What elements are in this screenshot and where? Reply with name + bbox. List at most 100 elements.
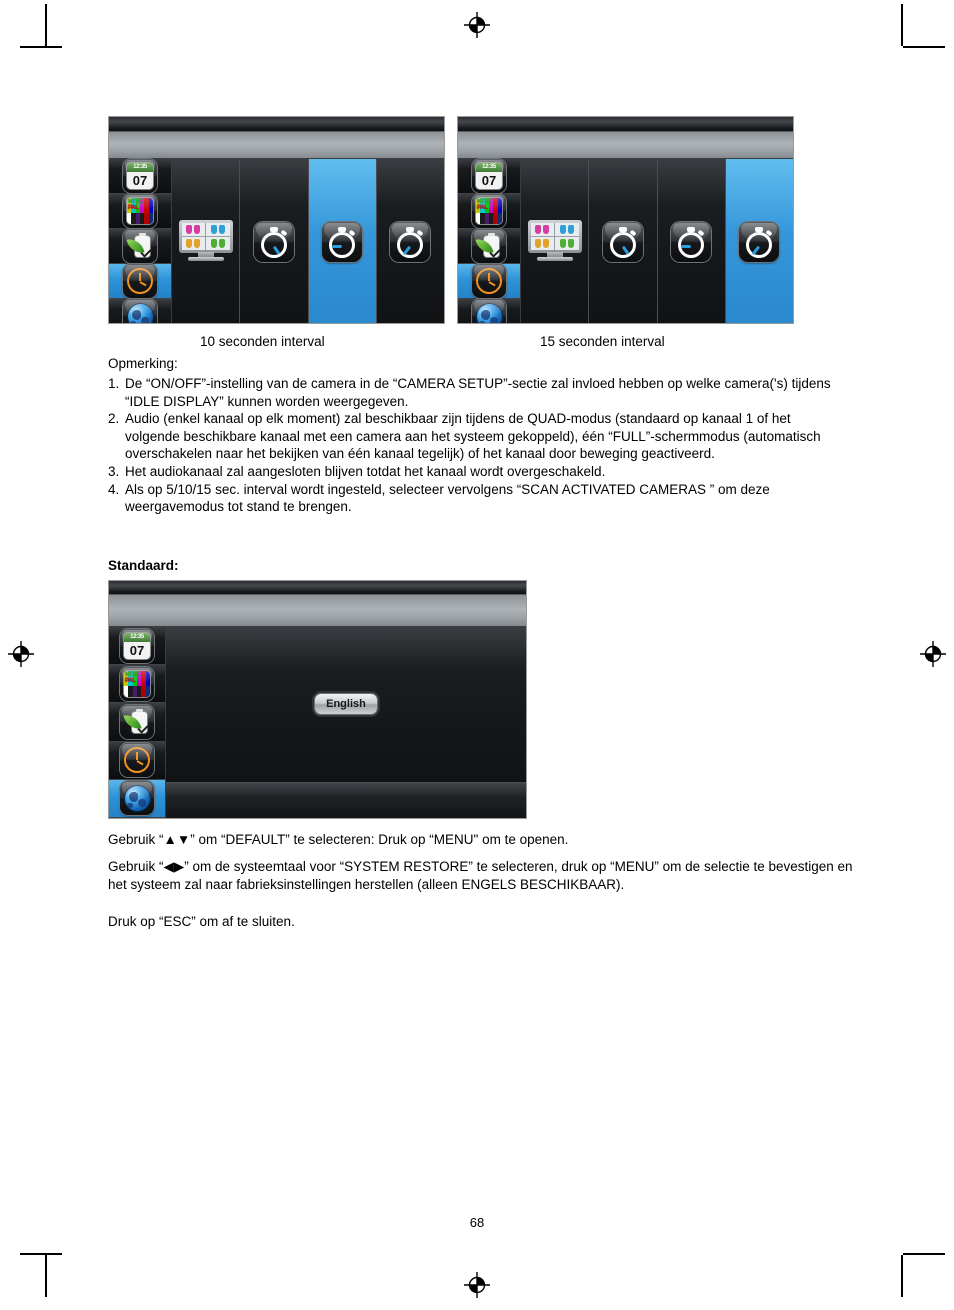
osd-titlebar (109, 117, 444, 132)
ntsc-pal-icon: NTSC PAL (472, 194, 506, 228)
crop-mark-bottom-right-vertical (901, 1255, 903, 1297)
osd-sidebar: 12:35 07 NTSC PAL (109, 627, 166, 818)
standaard-heading: Standaard: (108, 558, 179, 573)
calendar-icon: 12:35 07 (120, 628, 154, 663)
calendar-time-label: 12:35 (127, 163, 153, 172)
clock-icon (472, 264, 506, 298)
osd-menubar (458, 132, 793, 159)
ntsc-pal-text: NTSC PAL (125, 671, 140, 684)
quad-view-monitor-icon (178, 220, 233, 264)
sidebar-item-datetime[interactable]: 12:35 07 (109, 627, 165, 666)
osd-option-columns (172, 159, 444, 323)
note-item: 2. Audio (enkel kanaal op elk moment) za… (108, 410, 848, 463)
option-interval-15s[interactable] (725, 159, 793, 323)
ntsc-pal-text: NTSC PAL (477, 199, 492, 211)
option-interval-15s[interactable] (376, 159, 444, 323)
stopwatch-10s-icon (671, 222, 712, 262)
osd-screenshot-15s: 12:35 07 NTSC PAL (457, 116, 794, 324)
stopwatch-10s-icon (322, 222, 363, 262)
option-interval-10s[interactable] (657, 159, 726, 323)
quad-view-monitor-icon (527, 220, 582, 264)
registration-mark-top (464, 12, 490, 38)
globe-icon (472, 299, 506, 323)
notes-list-wrapper: 1. De “ON/OFF”-instelling van de camera … (108, 375, 848, 516)
sidebar-item-datetime[interactable]: 12:35 07 (109, 159, 171, 194)
registration-mark-bottom (464, 1272, 490, 1298)
note-number: 4. (108, 481, 120, 497)
sidebar-item-datetime[interactable]: 12:35 07 (458, 159, 520, 194)
note-number: 1. (108, 376, 120, 391)
calendar-icon: 12:35 07 (123, 159, 157, 193)
sidebar-item-power[interactable] (458, 229, 520, 264)
calendar-time-label: 12:35 (476, 163, 502, 172)
notes-list: 1. De “ON/OFF”-instelling van de camera … (108, 375, 848, 516)
stopwatch-5s-icon (253, 222, 294, 262)
calendar-day-label: 07 (481, 173, 497, 188)
sidebar-item-default[interactable] (109, 299, 171, 323)
note-item: 3. Het audiokanaal zal aangesloten blijv… (108, 463, 848, 481)
sidebar-item-idle-display[interactable] (109, 264, 171, 299)
osd-screenshot-default: 12:35 07 NTSC PAL English (108, 580, 527, 819)
note-heading: Opmerking: (108, 356, 178, 371)
caption-15s: 15 seconden interval (540, 334, 665, 349)
calendar-day-label: 07 (132, 173, 148, 188)
osd-option-columns (521, 159, 793, 323)
osd-menubar (109, 595, 526, 627)
crop-mark-bottom-right-horizontal (903, 1253, 945, 1255)
sidebar-item-idle-display[interactable] (458, 264, 520, 299)
clock-icon (120, 743, 154, 778)
note-number: 2. (108, 411, 120, 427)
battery-eco-icon (123, 229, 157, 263)
crop-mark-top-right-horizontal (903, 46, 945, 48)
stopwatch-5s-icon (602, 222, 643, 262)
ntsc-pal-icon: NTSC PAL (120, 666, 154, 701)
crop-mark-bottom-left-horizontal (20, 1253, 62, 1255)
calendar-time-label: 12:35 (124, 632, 150, 642)
option-quad-view[interactable] (172, 159, 241, 323)
note-item: 4. Als op 5/10/15 sec. interval wordt in… (108, 481, 848, 516)
clock-icon (123, 264, 157, 298)
note-text: Audio (enkel kanaal op elk moment) zal b… (125, 411, 821, 462)
caption-10s: 10 seconden interval (200, 334, 325, 349)
instruction-line-2: Gebruik “◀▶” om de systeemtaal voor “SYS… (108, 859, 853, 892)
sidebar-item-videoformat[interactable]: NTSC PAL (109, 665, 165, 704)
option-interval-5s[interactable] (589, 159, 658, 323)
page-number: 68 (469, 1215, 485, 1230)
osd-sidebar: 12:35 07 NTSC PAL (109, 159, 172, 323)
note-item: 1. De “ON/OFF”-instelling van de camera … (108, 375, 848, 410)
registration-mark-right (920, 641, 946, 667)
sidebar-item-default[interactable] (458, 299, 520, 323)
globe-icon (120, 781, 154, 816)
globe-icon (123, 299, 157, 323)
note-text: De “ON/OFF”-instelling van de camera in … (125, 376, 831, 409)
osd-titlebar (109, 581, 526, 595)
sidebar-item-videoformat[interactable]: NTSC PAL (458, 194, 520, 229)
sidebar-item-idle-display[interactable] (109, 741, 165, 780)
option-quad-view[interactable] (521, 159, 590, 323)
osd-sidebar: 12:35 07 NTSC PAL (458, 159, 521, 323)
instruction-line-1: Gebruik “▲▼” om “DEFAULT” te selecteren:… (108, 832, 569, 847)
note-number: 3. (108, 463, 120, 479)
sidebar-item-power[interactable] (109, 229, 171, 264)
crop-mark-bottom-left-vertical (45, 1255, 47, 1297)
crop-mark-top-left-horizontal (20, 46, 62, 48)
instruction-line-3: Druk op “ESC” om af te sluiten. (108, 914, 295, 929)
registration-mark-left (8, 641, 34, 667)
option-interval-5s[interactable] (240, 159, 309, 323)
note-text: Als op 5/10/15 sec. interval wordt inges… (125, 481, 770, 515)
default-language-area: English (166, 627, 526, 783)
language-english-button[interactable]: English (315, 694, 377, 715)
sidebar-item-videoformat[interactable]: NTSC PAL (109, 194, 171, 229)
battery-eco-icon (120, 705, 154, 739)
osd-titlebar (458, 117, 793, 132)
osd-default-content: English (166, 627, 526, 818)
osd-menubar (109, 132, 444, 159)
option-interval-10s[interactable] (308, 159, 377, 323)
ntsc-pal-text: NTSC PAL (128, 199, 143, 211)
calendar-day-label: 07 (129, 642, 145, 658)
default-status-bar (166, 782, 526, 818)
sidebar-item-power[interactable] (109, 703, 165, 742)
stopwatch-15s-icon (390, 222, 431, 262)
crop-mark-top-left-vertical (45, 4, 47, 46)
sidebar-item-default[interactable] (109, 779, 165, 818)
